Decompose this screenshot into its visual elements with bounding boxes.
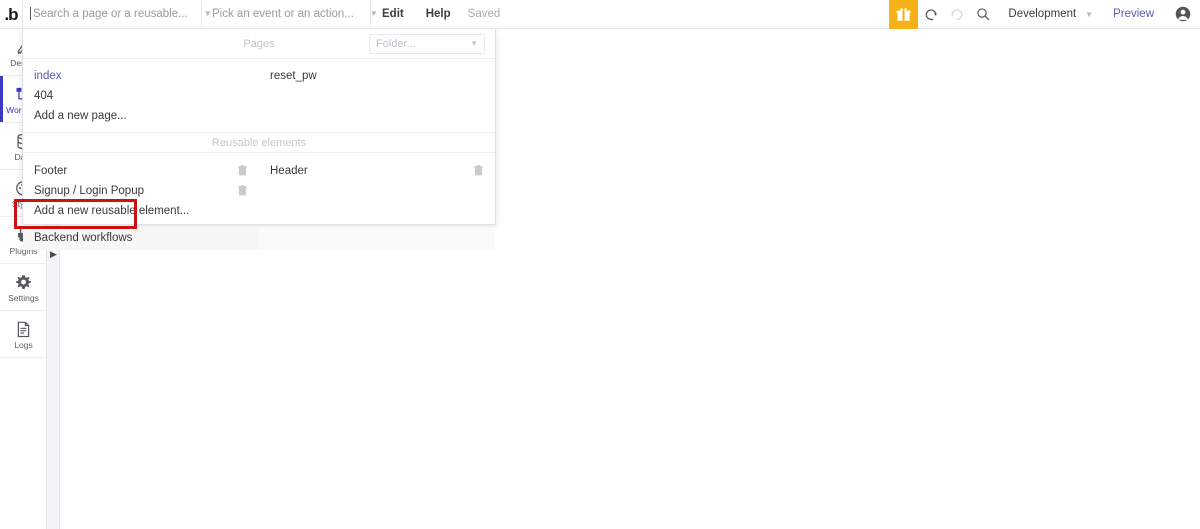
logo-text: .b (4, 4, 18, 24)
folder-placeholder: Folder... (376, 38, 416, 50)
sidebar-item-logs[interactable]: Logs (0, 311, 47, 358)
add-new-page-label: Add a new page... (34, 110, 127, 122)
save-status-label: Saved (467, 8, 501, 20)
reusable-elements-list: Footer Header Signup / Login Popup Add a… (23, 161, 495, 221)
reusable-item-signup-login-popup[interactable]: Signup / Login Popup (23, 181, 259, 201)
reusable-row: Add a new reusable element... (23, 201, 495, 221)
reusable-row: Footer Header (23, 161, 495, 181)
reusable-name: Header (270, 165, 308, 177)
page-item-empty (259, 86, 495, 106)
page-name: reset_pw (270, 70, 317, 82)
reusable-section-header: Reusable elements (23, 132, 495, 153)
backend-workflows-empty-cell (259, 226, 495, 250)
reusable-item-empty (259, 201, 495, 221)
reusable-name: Footer (34, 165, 68, 177)
chevron-down-icon: ▼ (470, 39, 478, 48)
top-toolbar: .b Search a page or a reusable... ▼ Pick… (0, 0, 1200, 29)
reusable-item-footer[interactable]: Footer (23, 161, 259, 181)
search-page-input[interactable]: Search a page or a reusable... ▼ (23, 0, 212, 29)
search-icon[interactable] (970, 0, 996, 29)
gift-icon[interactable] (889, 0, 919, 29)
trash-icon[interactable] (238, 165, 247, 176)
search-page-placeholder: Search a page or a reusable... (30, 7, 188, 20)
sidebar-item-label: Logs (14, 340, 33, 351)
reusable-name: Signup / Login Popup (34, 185, 144, 197)
pages-list: index reset_pw 404 Add a new page... (23, 66, 495, 126)
page-item-index[interactable]: index (23, 66, 259, 86)
event-action-picker[interactable]: Pick an event or an action... ▼ (202, 0, 378, 29)
sidebar-item-label: Settings (8, 293, 39, 304)
page-item-404[interactable]: 404 (23, 86, 259, 106)
sidebar-flyout-arrow-icon[interactable]: ▶ (50, 249, 57, 260)
help-menu-button[interactable]: Help (415, 0, 462, 29)
backend-workflows-button[interactable]: Backend workflows (23, 226, 259, 250)
gear-icon (15, 271, 32, 291)
bubble-logo[interactable]: .b (0, 0, 22, 29)
undo-icon[interactable] (918, 0, 944, 29)
reusable-item-header[interactable]: Header (259, 161, 495, 181)
backend-workflows-label: Backend workflows (34, 232, 133, 244)
page-item-empty (259, 106, 495, 126)
event-action-placeholder: Pick an event or an action... (212, 8, 354, 20)
page-item-reset-pw[interactable]: reset_pw (259, 66, 495, 86)
reusable-row: Signup / Login Popup (23, 181, 495, 201)
sidebar-item-settings[interactable]: Settings (0, 264, 47, 311)
page-row: 404 (23, 86, 495, 106)
chevron-down-icon: ▼ (369, 9, 378, 18)
page-name: index (34, 70, 62, 82)
user-avatar-icon[interactable] (1166, 0, 1200, 29)
chevron-down-icon: ▼ (1085, 9, 1094, 19)
pages-section-header: Pages Folder... ▼ (23, 29, 495, 59)
trash-icon[interactable] (238, 185, 247, 196)
add-new-reusable-label: Add a new reusable element... (34, 205, 190, 217)
reusable-item-empty (259, 181, 495, 201)
folder-filter-select[interactable]: Folder... ▼ (369, 34, 485, 54)
environment-label: Development (1008, 8, 1077, 20)
add-new-reusable-button[interactable]: Add a new reusable element... (23, 201, 259, 221)
preview-button[interactable]: Preview (1101, 0, 1166, 29)
page-row: index reset_pw (23, 66, 495, 86)
logs-icon (15, 318, 32, 338)
add-new-page-button[interactable]: Add a new page... (23, 106, 259, 126)
page-name: 404 (34, 90, 54, 102)
pages-section-title: Pages (243, 37, 275, 50)
redo-icon (944, 0, 970, 29)
page-row: Add a new page... (23, 106, 495, 126)
environment-selector[interactable]: Development ▼ (996, 0, 1101, 29)
pages-dropdown-panel: Pages Folder... ▼ index reset_pw 404 Add… (22, 29, 496, 250)
backend-workflows-row: Backend workflows (23, 226, 495, 250)
reusable-section-title: Reusable elements (211, 136, 307, 149)
trash-icon[interactable] (474, 165, 483, 176)
